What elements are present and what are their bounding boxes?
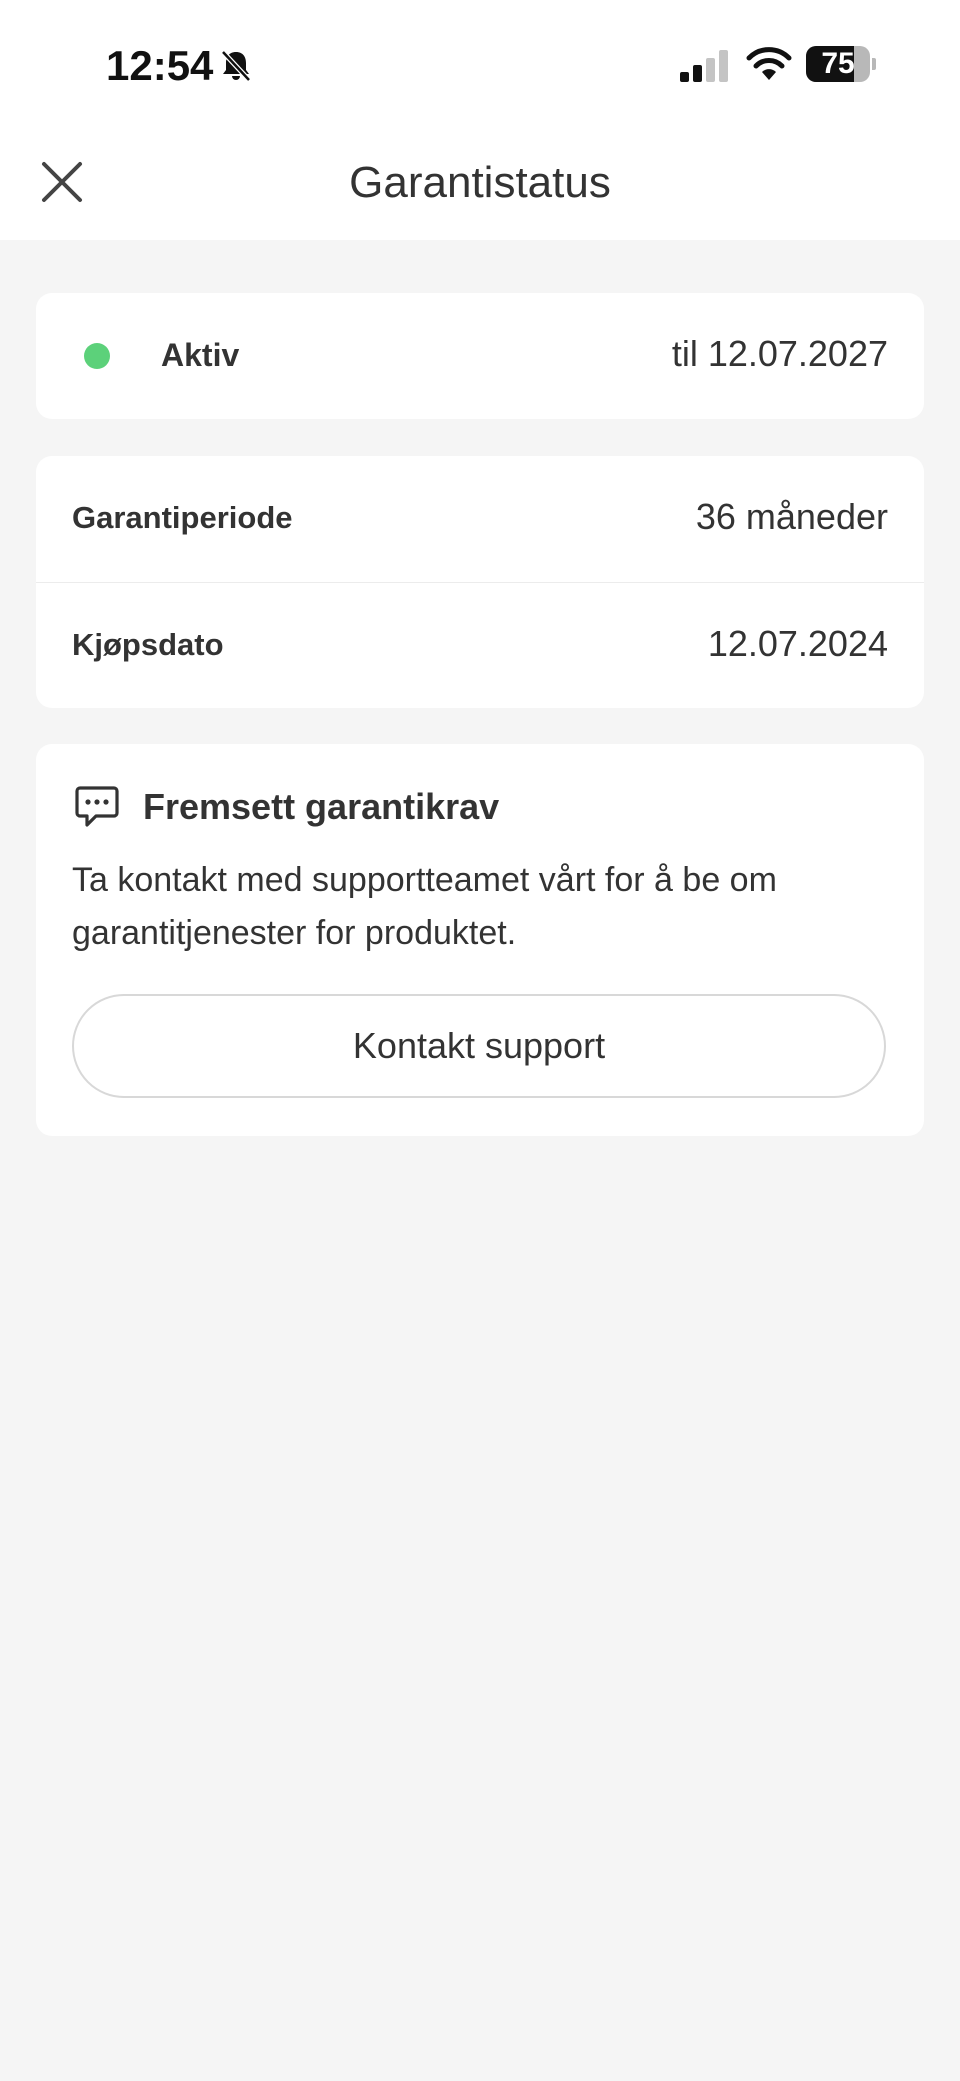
warranty-status-card: Aktiv til 12.07.2027 [36, 293, 924, 419]
cellular-signal-icon [680, 50, 728, 82]
status-until-date: til 12.07.2027 [671, 333, 888, 374]
status-dot [84, 343, 110, 369]
page-title: Garantistatus [349, 158, 611, 207]
battery-cap [872, 58, 876, 70]
detail-row-warranty-period: Garantiperiode 36 måneder [36, 456, 924, 583]
warranty-claim-card: Fremsett garantikrav Ta kontakt med supp… [36, 744, 924, 1136]
status-time: 12:54 [106, 42, 214, 89]
detail-label: Kjøpsdato [72, 627, 224, 662]
contact-support-button[interactable]: Kontakt support [72, 994, 886, 1098]
detail-label: Garantiperiode [72, 500, 293, 535]
chat-bubble-icon [75, 786, 119, 827]
warranty-details-card: Garantiperiode 36 måneder Kjøpsdato 12.0… [36, 456, 924, 708]
status-bar: 12:54 75 [0, 0, 960, 130]
bell-slash-icon [221, 50, 251, 82]
detail-row-purchase-date: Kjøpsdato 12.07.2024 [36, 583, 924, 709]
battery-body: 75 [806, 46, 870, 82]
header: Garantistatus [0, 130, 960, 240]
battery-level: 75 [821, 47, 855, 80]
wifi-icon [746, 47, 792, 80]
battery-icon: 75 [806, 46, 876, 82]
status-label: Aktiv [161, 337, 240, 373]
detail-value: 12.07.2024 [707, 623, 888, 664]
claim-title: Fremsett garantikrav [143, 786, 500, 827]
claim-description: Ta kontakt med supportteamet vårt for å … [72, 861, 777, 952]
detail-value: 36 måneder [695, 496, 888, 537]
